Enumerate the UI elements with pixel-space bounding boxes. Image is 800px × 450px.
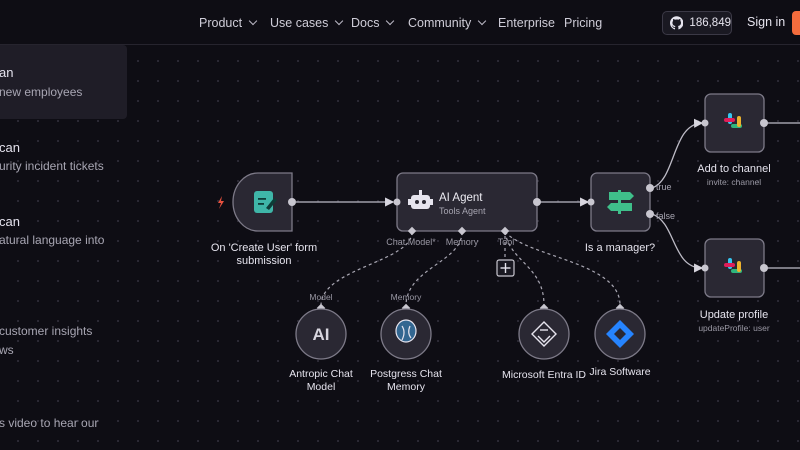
- jira-label: Jira Software: [589, 366, 650, 378]
- connection-if-true: [651, 118, 704, 189]
- ai-agent-subtitle: Tools Agent: [439, 206, 486, 216]
- slack-add-sub: invite: channel: [707, 177, 761, 187]
- trigger-label-line2: submission: [236, 255, 291, 267]
- port-chat-model-label: Chat Model*: [386, 237, 436, 247]
- if-true-label: true: [656, 182, 672, 192]
- ai-agent-title: AI Agent: [439, 192, 483, 204]
- memory-label-line2: Memory: [387, 381, 426, 393]
- trigger-node[interactable]: [232, 172, 296, 232]
- if-false-label: false: [656, 211, 675, 221]
- trigger-label-line1: On 'Create User' form: [211, 242, 317, 254]
- slack-update-profile-node[interactable]: [701, 238, 769, 298]
- postgres-icon: [395, 319, 417, 343]
- entra-label: Microsoft Entra ID: [502, 369, 586, 381]
- workflow-canvas: On 'Create User' form submission AI Agen…: [211, 93, 800, 393]
- add-tool-button[interactable]: [496, 259, 515, 277]
- trigger-bolt-icon: [218, 196, 224, 209]
- port-memory-label: Memory: [446, 237, 479, 247]
- chat-model-port-label: Model: [309, 292, 332, 302]
- slack-add-label: Add to channel: [697, 163, 770, 175]
- if-node-label: Is a manager?: [585, 242, 655, 254]
- ai-agent-node[interactable]: [393, 172, 542, 236]
- if-node[interactable]: [587, 172, 655, 232]
- memory-node[interactable]: [380, 303, 432, 360]
- jira-node[interactable]: [594, 303, 646, 360]
- entra-node[interactable]: [518, 303, 570, 360]
- connection-if-false: [651, 213, 704, 273]
- chat-model-label-line2: Model: [307, 381, 336, 393]
- slack-update-label: Update profile: [700, 309, 769, 321]
- memory-label-line1: Postgress Chat: [370, 368, 442, 380]
- anthropic-icon: AI: [313, 325, 330, 344]
- chat-model-label-line1: Antropic Chat: [289, 368, 353, 380]
- port-tool-label: Tool: [498, 237, 515, 247]
- slack-update-sub: updateProfile: user: [698, 323, 770, 333]
- memory-port-label: Memory: [391, 292, 422, 302]
- slack-add-channel-node[interactable]: [701, 93, 769, 153]
